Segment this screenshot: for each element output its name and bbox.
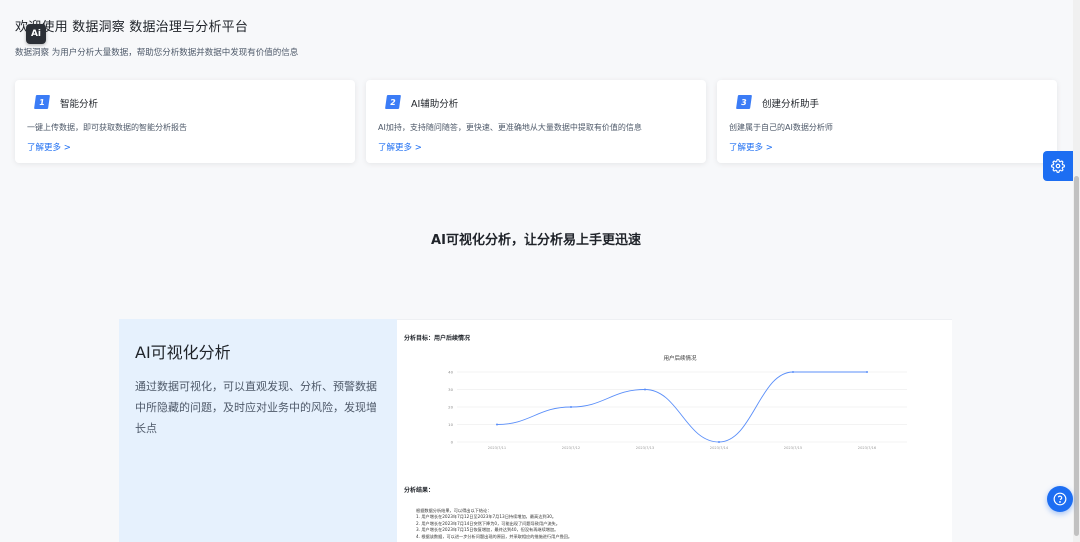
data-point (644, 388, 646, 391)
y-tick-label: 30 (448, 387, 453, 392)
card-description: 创建属于自己的AI数据分析师 (729, 123, 833, 132)
x-tick-label: 2023/7/16 (858, 446, 877, 450)
learn-more-link[interactable]: 了解更多 > (729, 141, 773, 153)
line-chart: 用户后续情况 0 10 20 30 40 2023/7/11 2023/7/12 2023/7/… (417, 350, 927, 468)
help-button[interactable] (1047, 486, 1073, 512)
settings-button[interactable] (1043, 151, 1073, 181)
card-number-badge: 1 (34, 95, 50, 109)
question-icon (1053, 492, 1067, 506)
x-tick-label: 2023/7/13 (636, 446, 654, 450)
learn-more-link[interactable]: 了解更多 > (27, 141, 71, 153)
card-title: 创建分析助手 (762, 99, 820, 110)
chart-svg: 用户后续情况 0 10 20 30 40 2023/7/11 2023/7/12 2023/7/… (448, 354, 907, 450)
scrollbar-thumb[interactable] (1074, 176, 1079, 536)
result-line: 4. 根据该数据，可以进一步分析问题出现的原因，并采取相应的措施进行用户挽回。 (416, 533, 573, 539)
feature-card-smart-analysis: 1 智能分析 一键上传数据，即可获取数据的智能分析报告 了解更多 > (15, 80, 355, 163)
section-title: AI可视化分析，让分析易上手更迅速 (431, 233, 641, 248)
feature-card-ai-assist: 2 AI辅助分析 AI加持，支持随问随答，更快速、更准确地从大量数据中提取有价值… (366, 80, 706, 163)
y-tick-label: 20 (448, 405, 453, 410)
data-point (866, 371, 868, 373)
card-title: 智能分析 (60, 99, 99, 110)
analysis-result-text: 根据数据分析结果，可以得出以下结论： 1. 用户增长在2023年7月12日至20… (416, 508, 572, 540)
card-description: AI加持，支持随问随答，更快速、更准确地从大量数据中提取有价值的信息 (378, 123, 642, 132)
analysis-preview: 分析目标：用户后续情况 用户后续情况 0 10 20 30 40 2023/7/11 2023… (397, 319, 952, 542)
x-tick-label: 2023/7/11 (488, 446, 506, 450)
card-number-badge: 2 (385, 95, 401, 109)
result-line: 3. 用户增长在2023年7月15日恢复增加，最终达到40，但没有再继续增加。 (416, 527, 559, 533)
result-line: 1. 用户增长在2023年7月12日至2023年7月13日持续增加，最高达到30… (416, 514, 557, 520)
feature-description: 通过数据可视化，可以直观发现、分析、预警数据中所隐藏的问题，及时应对业务中的风险… (135, 380, 377, 435)
analysis-result-label: 分析结果： (404, 487, 435, 494)
page-subtitle: 数据洞察 为用户分析大量数据，帮助您分析数据并数据中发现有价值的信息 (15, 48, 299, 58)
y-tick-label: 0 (451, 440, 454, 445)
data-point (718, 441, 720, 443)
data-point (496, 423, 498, 426)
ai-logo-badge[interactable]: Ai (26, 24, 46, 44)
card-number-badge: 3 (736, 95, 752, 109)
y-tick-label: 10 (448, 422, 453, 427)
gear-icon (1051, 159, 1065, 173)
feature-title: AI可视化分析 (135, 343, 231, 362)
data-point (570, 406, 572, 408)
page-header: 欢迎使用 数据洞察 数据治理与分析平台 Ai 数据洞察 为用户分析大量数据，帮助… (0, 0, 1072, 70)
visualization-feature-panel: AI可视化分析 通过数据可视化，可以直观发现、分析、预警数据中所隐藏的问题，及时… (119, 319, 952, 542)
analysis-goal: 分析目标：用户后续情况 (404, 335, 471, 342)
x-tick-label: 2023/7/15 (784, 446, 802, 450)
x-tick-label: 2023/7/14 (710, 446, 729, 450)
y-tick-label: 40 (448, 370, 453, 375)
page-title: 欢迎使用 数据洞察 数据治理与分析平台 (15, 20, 249, 35)
card-description: 一键上传数据，即可获取数据的智能分析报告 (27, 123, 187, 132)
learn-more-link[interactable]: 了解更多 > (378, 141, 422, 153)
x-tick-label: 2023/7/12 (562, 446, 580, 450)
card-title: AI辅助分析 (411, 99, 459, 110)
feature-card-create-assistant: 3 创建分析助手 创建属于自己的AI数据分析师 了解更多 > (717, 80, 1057, 163)
data-point (792, 371, 794, 373)
chart-title: 用户后续情况 (663, 354, 697, 362)
feature-intro: AI可视化分析 通过数据可视化，可以直观发现、分析、预警数据中所隐藏的问题，及时… (119, 319, 397, 542)
